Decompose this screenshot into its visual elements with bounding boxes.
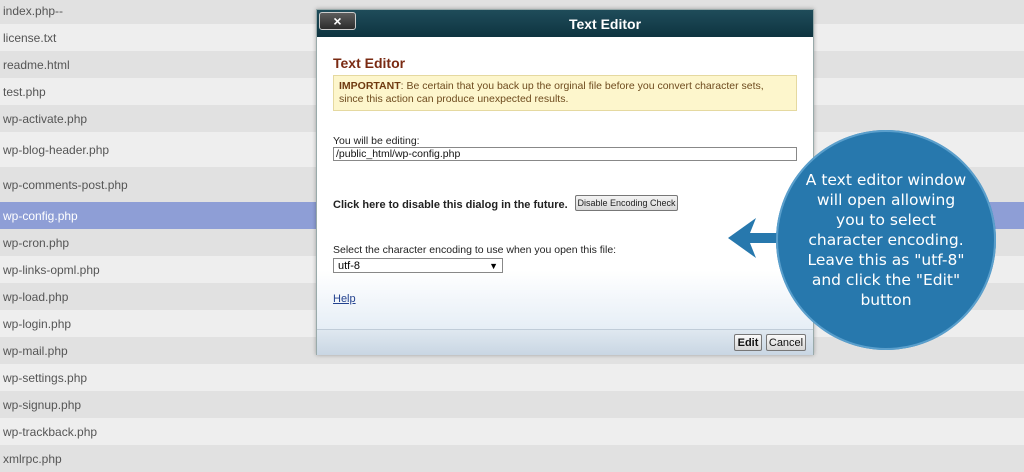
file-name: xmlrpc.php [3,451,62,466]
dropdown-arrow-icon: ▼ [489,260,498,271]
text-editor-dialog: × Text Editor Text Editor IMPORTANT: Be … [316,9,814,355]
file-name: wp-cron.php [3,235,70,250]
file-name: wp-settings.php [3,370,88,385]
callout-text: A text editor window will open allowing … [805,171,967,309]
dialog-body: Text Editor IMPORTANT: Be certain that y… [317,37,813,329]
callout-bubble: A text editor window will open allowing … [776,130,996,350]
dialog-heading: Text Editor [333,55,406,71]
dialog-footer: Edit Cancel [317,329,813,355]
file-name: wp-load.php [3,289,69,304]
disable-dialog-text: Click here to disable this dialog in the… [333,199,568,211]
file-list-item[interactable]: wp-trackback.php [0,418,1024,445]
edit-button[interactable]: Edit [734,334,762,351]
encoding-label: Select the character encoding to use whe… [333,244,617,256]
file-name: wp-blog-header.php [3,142,110,157]
file-name: wp-trackback.php [3,424,98,439]
editing-label: You will be editing: [333,135,420,147]
file-list-item[interactable]: xmlrpc.php [0,445,1024,472]
file-name: license.txt [3,30,57,45]
file-name: wp-comments-post.php [3,177,128,192]
editing-path-field[interactable]: /public_html/wp-config.php [333,147,797,161]
file-name: readme.html [3,57,70,72]
file-name: index.php-- [3,3,64,18]
encoding-select[interactable]: utf-8 ▼ [333,258,503,273]
file-name: wp-signup.php [3,397,82,412]
disable-encoding-check-button[interactable]: Disable Encoding Check [575,195,678,211]
file-list-item[interactable]: wp-settings.php [0,364,1024,391]
dialog-titlebar[interactable]: × Text Editor [317,10,813,37]
file-name: wp-links-opml.php [3,262,100,277]
file-name: wp-login.php [3,316,72,331]
encoding-value: utf-8 [338,259,361,272]
file-name: wp-config.php [3,208,78,223]
file-name: test.php [3,84,46,99]
help-link[interactable]: Help [333,293,356,305]
dialog-title: Text Editor [568,16,642,32]
warning-label: IMPORTANT [339,80,401,92]
file-name: wp-activate.php [3,111,88,126]
cancel-button[interactable]: Cancel [766,334,806,351]
warning-text: : Be certain that you back up the orgina… [339,80,764,105]
warning-box: IMPORTANT: Be certain that you back up t… [333,75,797,111]
file-name: wp-mail.php [3,343,68,358]
file-list-item[interactable]: wp-signup.php [0,391,1024,418]
